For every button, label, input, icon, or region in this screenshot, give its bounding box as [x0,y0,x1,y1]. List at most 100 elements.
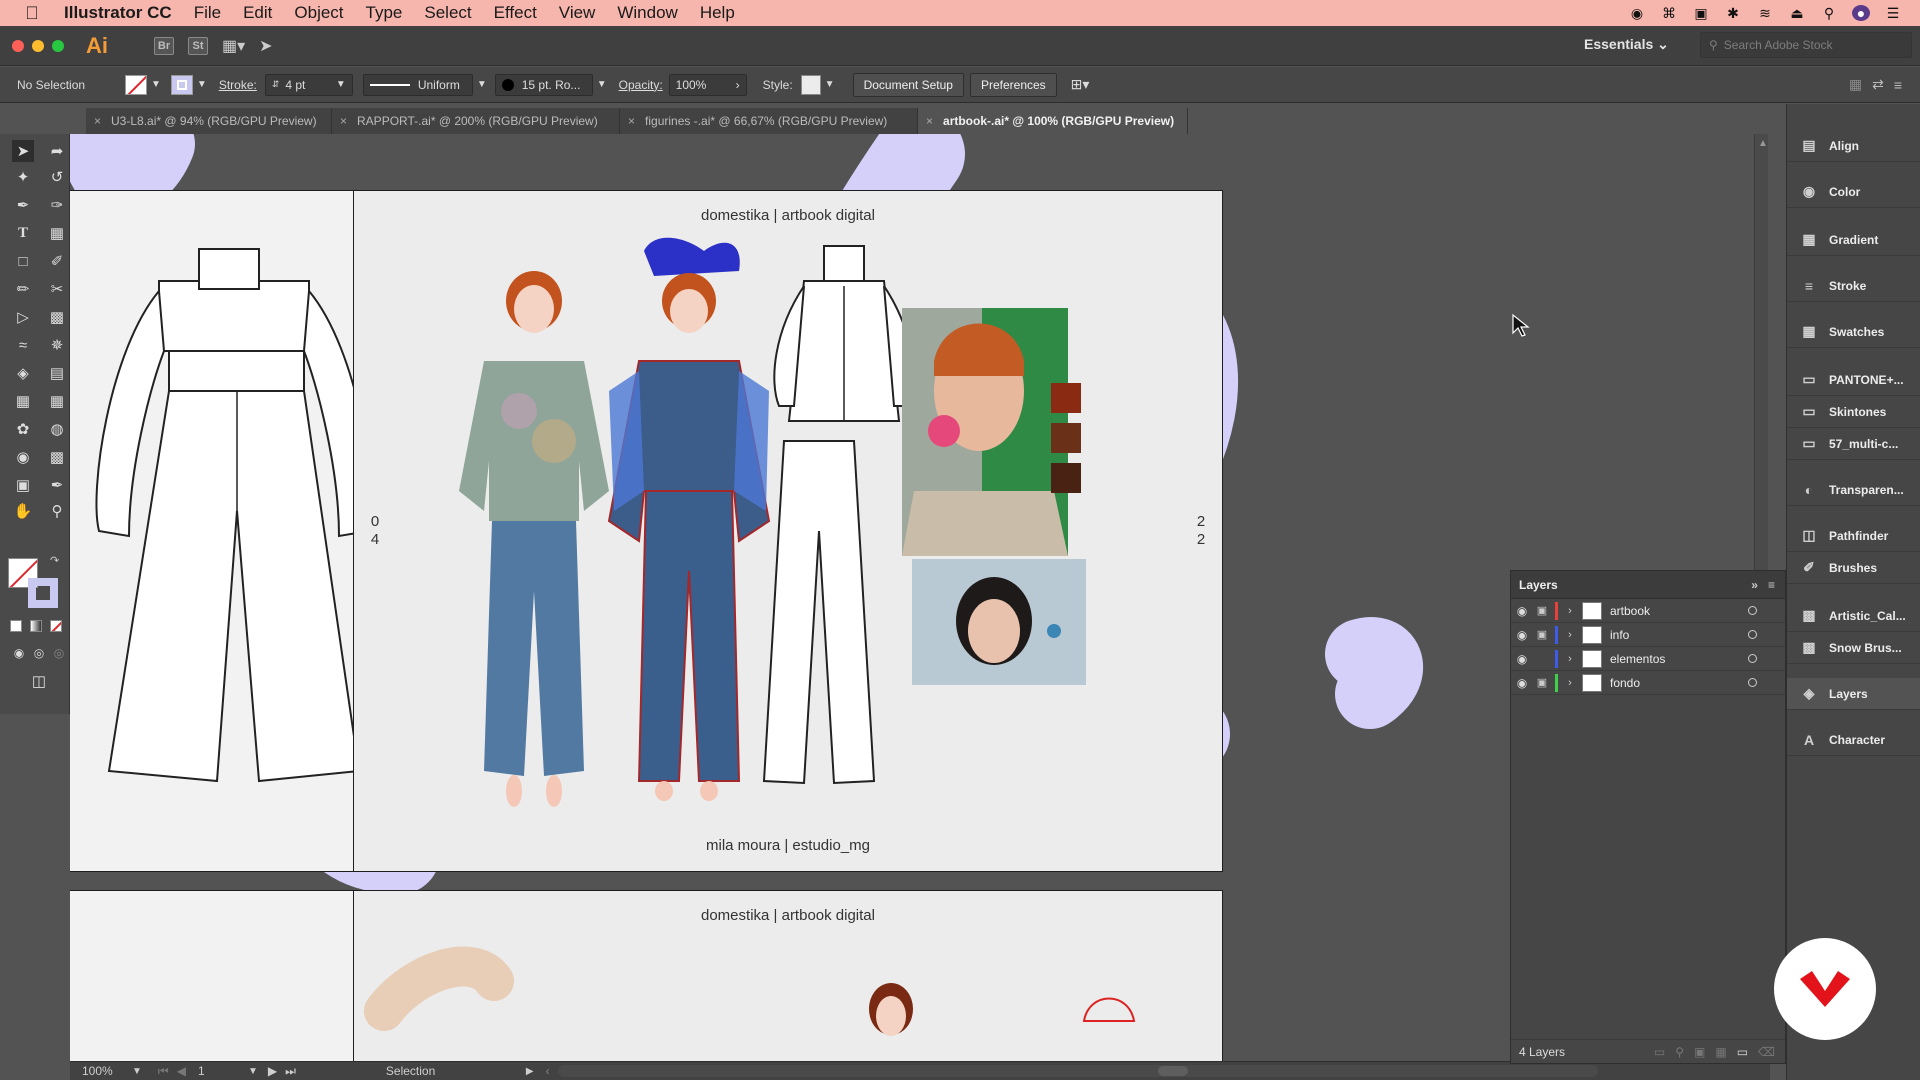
last-artboard-icon[interactable]: ⏭ [285,1064,296,1079]
tab-rapport[interactable]: × RAPPORT-.ai* @ 200% (RGB/GPU Preview) [332,108,620,134]
stroke-color-icon[interactable] [28,578,58,608]
first-artboard-icon[interactable]: ⏮ [158,1064,169,1079]
scale-tool-icon[interactable]: ▩ [46,306,68,328]
lock-icon[interactable]: ▣ [1533,676,1551,689]
direct-selection-tool-icon[interactable]: ➦ [46,140,68,162]
variable-width-profile[interactable]: Uniform [362,73,473,96]
gradient-mode-icon[interactable] [30,620,42,632]
dock-color[interactable]: ◉ Color [1787,176,1920,208]
dock-pathfinder[interactable]: ◫ Pathfinder [1787,520,1920,552]
arrange-documents-icon[interactable]: ▦▾ [222,36,245,56]
menu-window[interactable]: Window [606,3,688,23]
brush-definition[interactable]: 15 pt. Ro... [494,73,593,96]
dock-transparency[interactable]: ◐ Transparen... [1787,474,1920,506]
menu-file[interactable]: File [183,3,232,23]
workspace-switcher[interactable]: Essentials ⌄ [1584,36,1669,53]
stroke-weight-field[interactable]: ⇵ 4 pt ▼ [264,73,353,96]
zoom-window-icon[interactable] [52,39,64,52]
grid-tool-icon[interactable]: ▦ [46,222,68,244]
document-setup-button[interactable]: Document Setup [852,72,964,97]
fill-swatch[interactable] [125,74,147,95]
menu-help[interactable]: Help [689,3,746,23]
stroke-swatch[interactable] [170,74,193,95]
control-center-icon[interactable]: ☰ [1884,5,1902,21]
chevron-down-icon[interactable]: ▼ [825,79,835,90]
chevron-down-icon[interactable]: ▼ [477,79,487,90]
next-artboard-icon[interactable]: ▶ [268,1064,277,1078]
dock-artistic-calligraphic[interactable]: ▩ Artistic_Cal... [1787,600,1920,632]
menu-type[interactable]: Type [355,3,414,23]
dock-snow-brushes[interactable]: ▩ Snow Brus... [1787,632,1920,664]
visibility-eye-icon[interactable]: ◉ [1511,628,1533,642]
pen-tool-icon[interactable]: ✒ [12,194,34,216]
dock-character[interactable]: A Character [1787,724,1920,756]
symbol-sprayer-icon[interactable]: ◉ [12,446,34,468]
magic-wand-icon[interactable]: ✦ [12,166,34,188]
target-circle-icon[interactable] [1748,630,1757,639]
chevron-down-icon[interactable]: ▼ [248,1066,258,1077]
dock-gradient[interactable]: ▦ Gradient [1787,224,1920,256]
delete-layer-icon[interactable]: ⌫ [1758,1045,1775,1059]
tab-u3-l8[interactable]: × U3-L8.ai* @ 94% (RGB/GPU Preview) [86,108,332,134]
prev-artboard-icon[interactable]: ◀ [177,1064,186,1078]
target-circle-icon[interactable] [1748,678,1757,687]
artboard-number[interactable]: 1 [198,1064,238,1078]
menu-app-name[interactable]: Illustrator CC [64,3,183,23]
chevron-right-icon[interactable]: ▶ [526,1066,534,1077]
target-circle-icon[interactable] [1748,606,1757,615]
perspective-grid-icon[interactable]: ▤ [46,362,68,384]
mesh-tool-icon[interactable]: ▦ [12,390,34,412]
graphic-style-swatch[interactable] [800,74,821,95]
lock-icon[interactable]: ▣ [1533,628,1551,641]
curvature-tool-icon[interactable]: ✑ [46,194,68,216]
scissors-icon[interactable]: ✂ [46,278,68,300]
menu-view[interactable]: View [548,3,607,23]
eject-icon[interactable]: ⏏ [1788,5,1806,21]
scroll-left-icon[interactable]: ‹ [546,1064,550,1078]
color-mode-icon[interactable] [10,620,22,632]
expand-layer-icon[interactable]: › [1562,677,1578,689]
lasso-icon[interactable]: ↺ [46,166,68,188]
arrange-icon[interactable]: ▦ [1849,76,1862,93]
visibility-eye-icon[interactable]: ◉ [1511,652,1533,666]
spotlight-icon[interactable]: ⚲ [1820,5,1838,21]
locate-object-icon[interactable]: ⚲ [1675,1045,1684,1059]
layer-row-elementos[interactable]: ◉ › elementos [1511,647,1785,671]
tab-figurines[interactable]: × figurines -.ai* @ 66,67% (RGB/GPU Previ… [620,108,918,134]
target-circle-icon[interactable] [1748,654,1757,663]
panel-menu-icon[interactable]: ≡ [1768,578,1775,592]
layer-name[interactable]: elementos [1610,652,1665,666]
chevron-down-icon[interactable]: ▼ [151,79,161,90]
layer-row-fondo[interactable]: ◉ ▣ › fondo [1511,671,1785,695]
expand-layer-icon[interactable]: › [1562,653,1578,665]
collapse-panel-icon[interactable]: » [1751,578,1758,592]
dock-pantone[interactable]: ▭ PANTONE+... [1787,364,1920,396]
tab-artbook[interactable]: × artbook-.ai* @ 100% (RGB/GPU Preview) [918,108,1188,134]
visibility-eye-icon[interactable]: ◉ [1511,676,1533,690]
type-tool-icon[interactable]: T [12,222,34,244]
menu-edit[interactable]: Edit [232,3,283,23]
screen-mode-icon[interactable]: ◫ [28,670,50,692]
swap-colors-icon[interactable]: ↷ [50,554,59,567]
close-tab-icon[interactable]: × [628,114,635,128]
align-options-icon[interactable]: ⊞▾ [1071,76,1090,93]
layer-name[interactable]: artbook [1610,604,1650,618]
artboard-lower[interactable]: domestika | artbook digital [353,890,1223,1068]
gpu-performance-icon[interactable]: ➤ [259,36,272,56]
new-layer-icon[interactable]: ▭ [1737,1045,1748,1059]
draw-normal-icon[interactable]: ◉ [8,642,30,664]
clipping-mask-icon[interactable]: ▣ [1694,1045,1705,1059]
puppet-warp-icon[interactable]: ✵ [46,334,68,356]
stroke-label[interactable]: Stroke: [219,78,257,92]
close-tab-icon[interactable]: × [94,114,101,128]
search-stock-input[interactable]: ⚲ Search Adobe Stock [1700,32,1912,58]
status-mode[interactable]: Selection [386,1064,526,1078]
dock-multi-color[interactable]: ▭ 57_multi-c... [1787,428,1920,460]
layer-row-info[interactable]: ◉ ▣ › info [1511,623,1785,647]
layer-name[interactable]: fondo [1610,676,1640,690]
panel-menu-icon[interactable]: ≡ [1894,77,1902,93]
selection-tool-icon[interactable]: ➤ [12,140,34,162]
draw-inside-icon[interactable]: ◎ [48,642,70,664]
new-sublayer-icon[interactable]: ▦ [1715,1045,1726,1059]
record-icon[interactable]: ◉ [1628,5,1646,21]
